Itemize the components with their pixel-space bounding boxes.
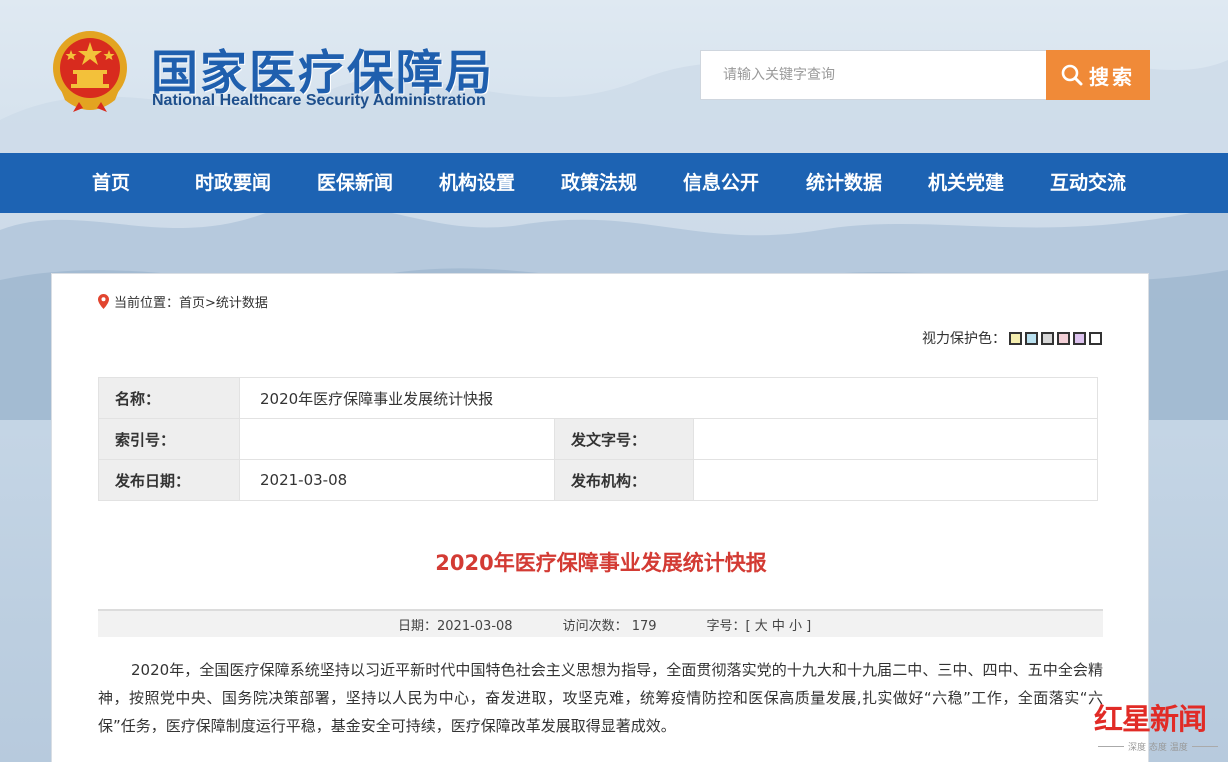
color-swatch-white[interactable] xyxy=(1089,331,1102,345)
publish-date: 日期：2021-03-08 xyxy=(398,618,513,634)
content-panel: 当前位置：首页>统计数据 视力保护色： 名称： 2020年医疗保障事业发展统计快… xyxy=(51,273,1149,762)
nav-item-party[interactable]: 机关党建 xyxy=(928,153,1004,213)
table-row: 名称： 2020年医疗保障事业发展统计快报 xyxy=(98,377,1098,419)
table-row: 发布日期： 2021-03-08 发布机构： xyxy=(98,459,1098,501)
search-icon xyxy=(1061,64,1083,86)
index-value xyxy=(239,418,555,460)
font-size-switch[interactable]: 字号：[ 大 中 小 ] xyxy=(707,615,812,634)
article-title: 2020年医疗保障事业发展统计快报 xyxy=(435,551,767,575)
nav-item-interaction[interactable]: 互动交流 xyxy=(1050,153,1126,213)
watermark-brand: 红星新闻 xyxy=(1094,702,1207,736)
color-swatch-pink[interactable] xyxy=(1057,331,1070,345)
article-body: 2020年，全国医疗保障系统坚持以习近平新时代中国特色社会主义思想为指导，全面贯… xyxy=(98,661,1103,735)
name-value: 2020年医疗保障事业发展统计快报 xyxy=(239,377,1098,419)
visit-count: 访问次数： 179 xyxy=(562,618,657,634)
org-value xyxy=(693,459,1098,501)
watermark-slogan-row: 深度 态度 温度 xyxy=(1094,740,1224,753)
eye-care-colors: 视力保护色： xyxy=(922,328,1102,348)
breadcrumb: 当前位置：首页>统计数据 xyxy=(98,292,268,311)
national-emblem-icon xyxy=(53,31,127,112)
doc-number-value xyxy=(693,418,1098,460)
site-title-en: National Healthcare Security Administrat… xyxy=(152,92,486,109)
breadcrumb-text[interactable]: 当前位置：首页>统计数据 xyxy=(114,292,268,311)
main-nav: 首页 时政要闻 医保新闻 机构设置 政策法规 信息公开 统计数据 机关党建 互动… xyxy=(0,153,1228,213)
name-label: 名称： xyxy=(98,377,240,419)
location-pin-icon xyxy=(98,294,109,309)
watermark-slogan: 深度 态度 温度 xyxy=(1128,743,1188,753)
color-swatch-gray[interactable] xyxy=(1041,331,1054,345)
nav-item-politics[interactable]: 时政要闻 xyxy=(195,153,271,213)
article-info-bar: 日期：2021-03-08 访问次数： 179 字号：[ 大 中 小 ] xyxy=(98,609,1103,637)
org-label: 发布机构： xyxy=(554,459,694,501)
nav-item-disclosure[interactable]: 信息公开 xyxy=(683,153,759,213)
color-swatch-yellow[interactable] xyxy=(1009,331,1022,345)
date-label: 发布日期： xyxy=(98,459,240,501)
nav-item-policy[interactable]: 政策法规 xyxy=(561,153,637,213)
nav-item-statistics[interactable]: 统计数据 xyxy=(806,153,882,213)
color-swatch-purple[interactable] xyxy=(1073,331,1086,345)
metadata-table: 名称： 2020年医疗保障事业发展统计快报 索引号： 发文字号： 发布日期： 2… xyxy=(98,377,1098,501)
nav-item-organization[interactable]: 机构设置 xyxy=(439,153,515,213)
index-label: 索引号： xyxy=(98,418,240,460)
search-button-label: 搜索 xyxy=(1089,64,1135,89)
color-swatch-blue[interactable] xyxy=(1025,331,1038,345)
table-row: 索引号： 发文字号： xyxy=(98,418,1098,460)
nav-item-home[interactable]: 首页 xyxy=(92,153,130,213)
news-watermark: 红星新闻 深度 态度 温度 xyxy=(1094,696,1224,758)
doc-number-label: 发文字号： xyxy=(554,418,694,460)
date-value: 2021-03-08 xyxy=(239,459,555,501)
search-input[interactable] xyxy=(700,50,1047,100)
search-button[interactable]: 搜索 xyxy=(1046,50,1150,100)
eye-care-label: 视力保护色： xyxy=(922,331,1006,347)
nav-item-news[interactable]: 医保新闻 xyxy=(317,153,393,213)
